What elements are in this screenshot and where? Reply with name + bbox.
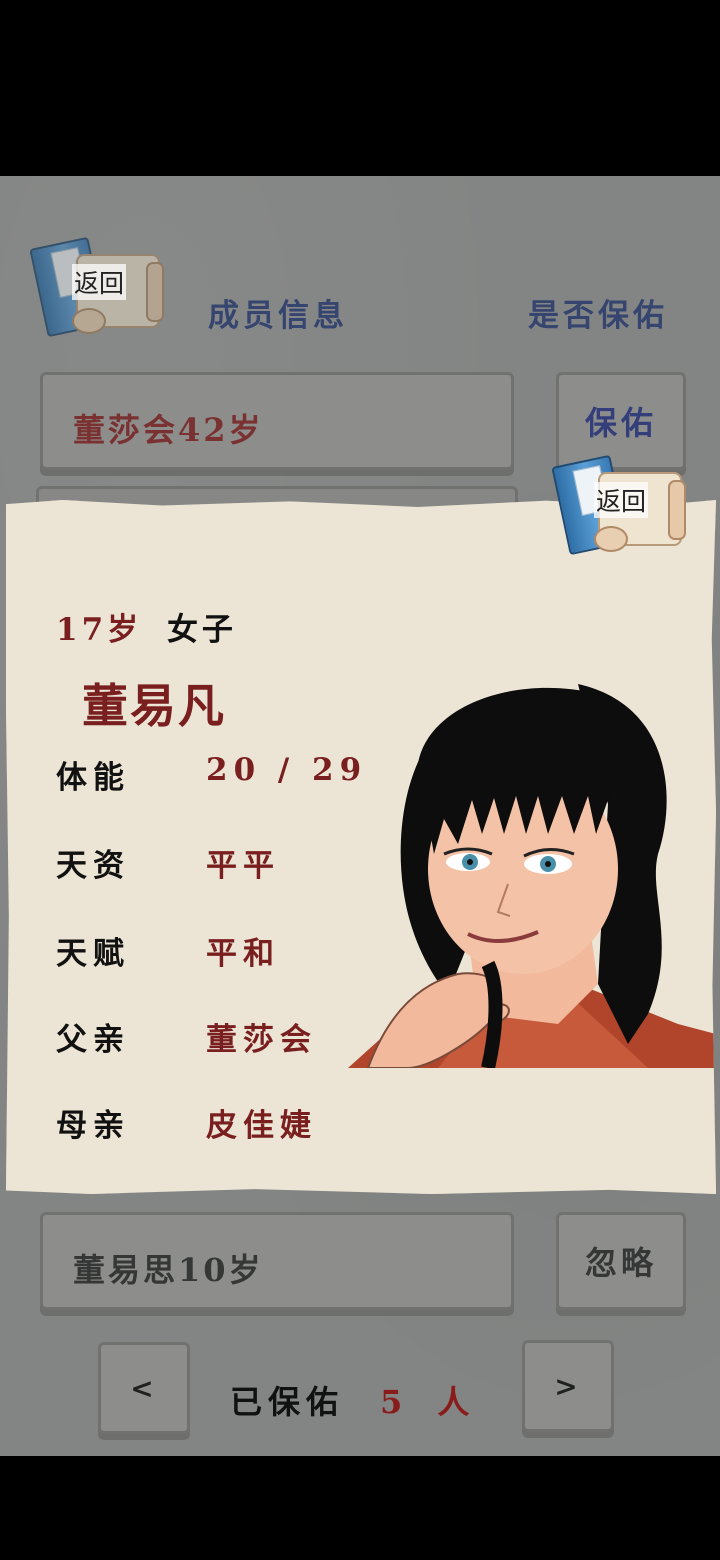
stat-label-stamina: 体能 bbox=[56, 760, 130, 796]
popup-back-label: 返回 bbox=[594, 482, 649, 518]
top-black-bar bbox=[0, 0, 720, 176]
protected-count: 已保佑 5 人 bbox=[230, 1377, 475, 1423]
member-name: 董易凡 bbox=[82, 679, 226, 733]
stat-value-father: 董莎会 bbox=[206, 1022, 317, 1058]
member-detail-popup: 17岁 女子 董易凡 体能 20 / 29 天资 平平 天赋 平和 父亲 董莎会… bbox=[6, 500, 716, 1194]
popup-back-button[interactable]: 返回 bbox=[551, 454, 686, 556]
protect-button[interactable]: 保佑 bbox=[556, 372, 686, 470]
back-button[interactable]: 返回 bbox=[29, 236, 164, 338]
stat-label-talent: 天赋 bbox=[56, 936, 130, 972]
member-sex: 女子 bbox=[166, 612, 237, 648]
bottom-black-bar bbox=[0, 1456, 720, 1560]
member-row-2: 董易思10岁 bbox=[40, 1212, 514, 1310]
ignore-button[interactable]: 忽略 bbox=[556, 1212, 686, 1310]
member-row-1-text: 董莎会42岁 bbox=[73, 411, 264, 449]
stat-value-talent: 平和 bbox=[206, 936, 280, 972]
protected-label: 已保佑 bbox=[230, 1383, 345, 1421]
back-label: 返回 bbox=[72, 264, 127, 300]
protect-header: 是否保佑 bbox=[528, 298, 668, 334]
prev-page-button[interactable]: < bbox=[98, 1342, 190, 1434]
member-portrait bbox=[348, 684, 716, 1068]
age-sex-line: 17岁 女子 bbox=[56, 604, 237, 649]
stat-value-aptitude: 平平 bbox=[206, 848, 280, 884]
protected-count-number: 5 bbox=[380, 1383, 409, 1421]
member-row-2-text: 董易思10岁 bbox=[73, 1251, 264, 1289]
stat-value-mother: 皮佳婕 bbox=[206, 1108, 317, 1144]
member-row-1: 董莎会42岁 bbox=[40, 372, 514, 470]
stat-value-stamina: 20 / 29 bbox=[206, 752, 368, 788]
member-info-header: 成员信息 bbox=[208, 298, 348, 334]
next-page-button[interactable]: > bbox=[522, 1340, 614, 1432]
stat-label-aptitude: 天资 bbox=[56, 848, 130, 884]
game-screen: 返回 成员信息 是否保佑 董莎会42岁 保佑 董易思10岁 忽略 < > 已保佑… bbox=[0, 0, 720, 1560]
stat-label-mother: 母亲 bbox=[56, 1108, 130, 1144]
protected-count-unit: 人 bbox=[437, 1383, 476, 1421]
stat-label-father: 父亲 bbox=[56, 1022, 130, 1058]
member-age: 17岁 bbox=[56, 612, 143, 648]
portrait-illustration bbox=[348, 684, 716, 1068]
